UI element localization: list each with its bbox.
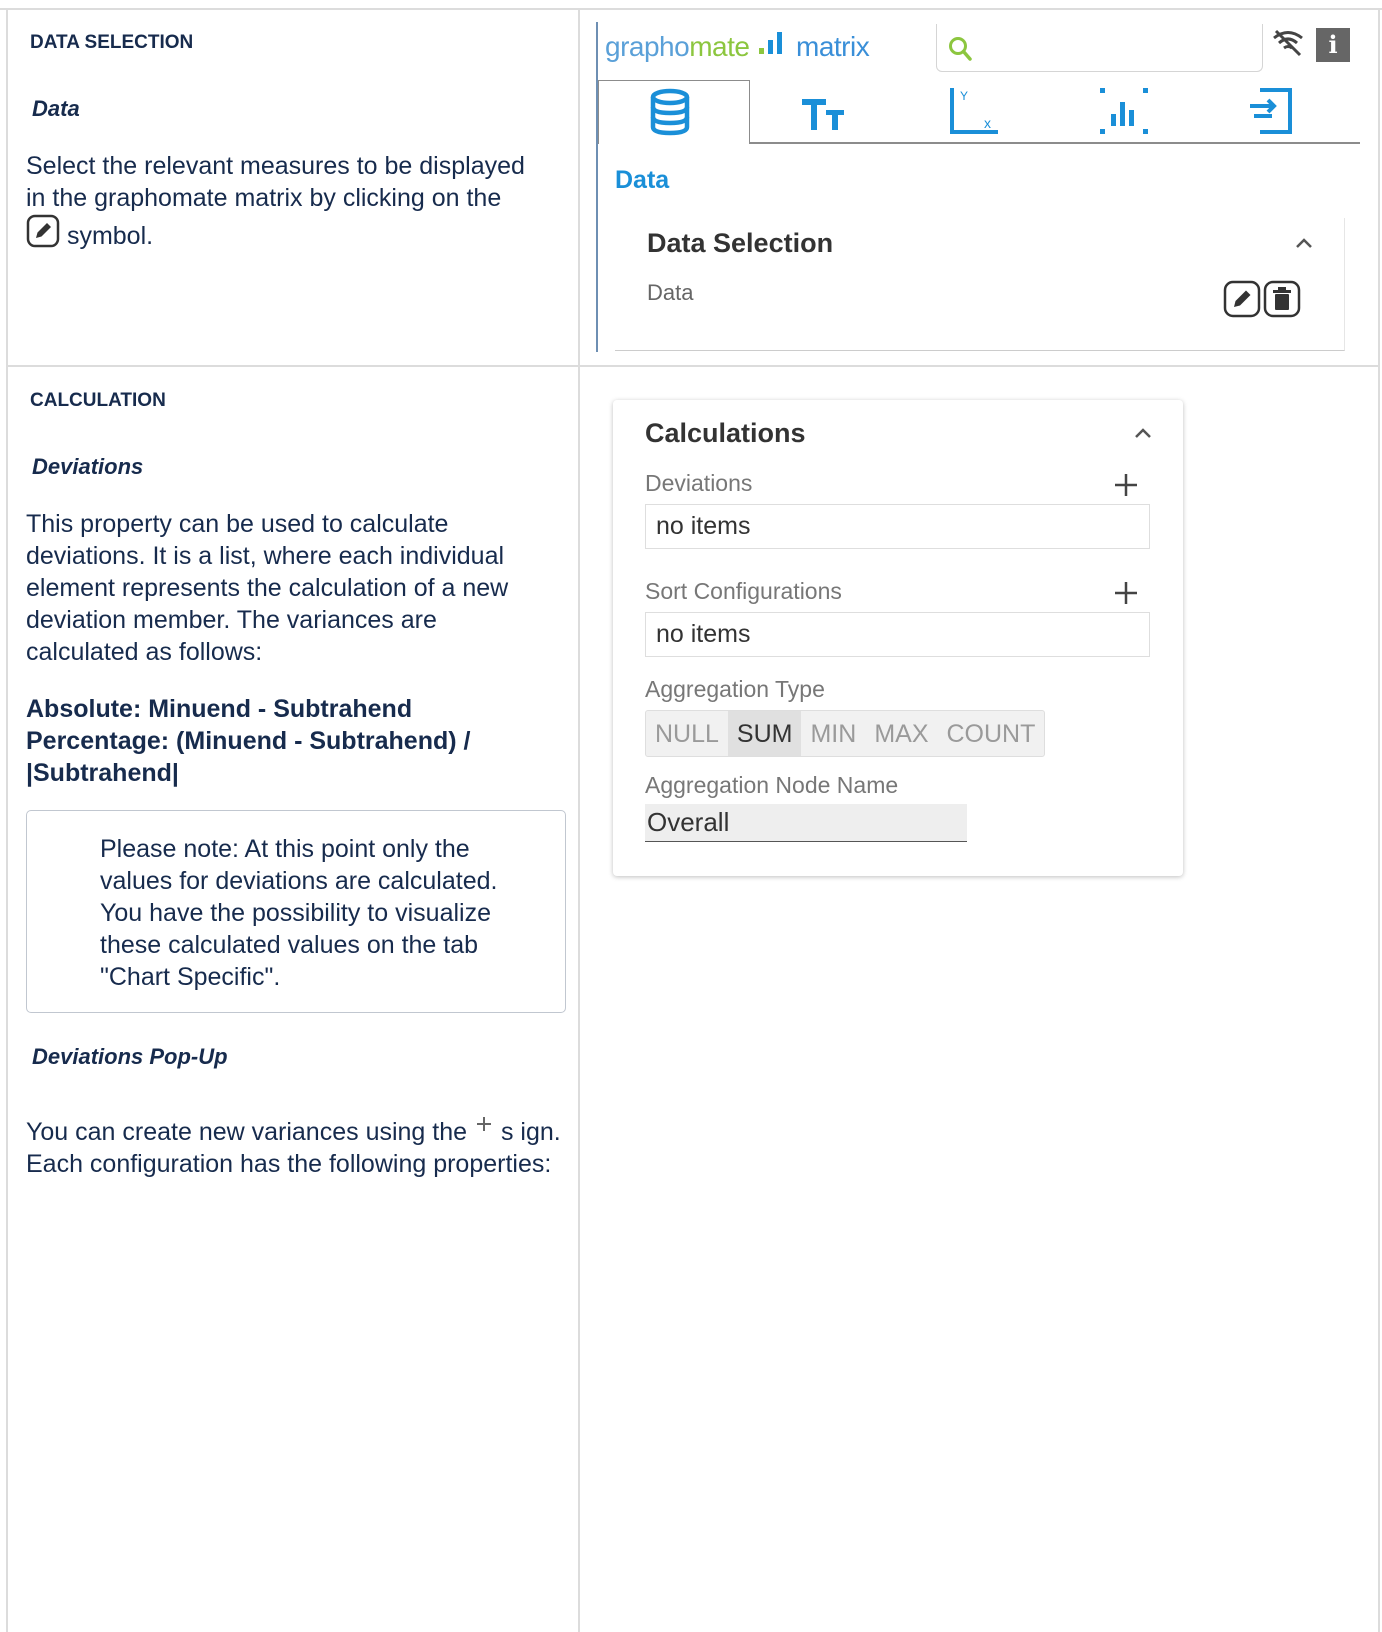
section-heading-calculation: CALCULATION (30, 390, 166, 411)
text-size-icon[interactable] (800, 96, 846, 137)
subheading-data: Data (32, 96, 80, 121)
search-icon (947, 35, 973, 68)
export-icon[interactable] (1246, 86, 1298, 141)
note-text: Please note: At this point only the valu… (100, 835, 498, 991)
deviations-label: Deviations (645, 470, 753, 496)
aggregation-option-min[interactable]: MIN (801, 711, 865, 756)
data-selection-card-title: Data Selection (647, 228, 834, 258)
aggregation-type-selector: NULL SUM MIN MAX COUNT (645, 710, 1046, 757)
section-heading-data-selection: DATA SELECTION (30, 32, 194, 53)
aggregation-node-name-input[interactable]: Overall (645, 804, 967, 842)
formula-absolute: Absolute: Minuend - Subtrahend (26, 695, 413, 723)
grid-top-border (0, 8, 1382, 10)
formula-percentage: Percentage: (Minuend - Subtrahend) / |Su… (26, 727, 471, 787)
panel-left-border (596, 22, 598, 352)
aggregation-option-sum[interactable]: SUM (727, 711, 802, 756)
logo-text-part2: mate (689, 31, 750, 62)
panel-section-heading-data: Data (615, 166, 670, 194)
data-selection-text-part2: symbol. (66, 222, 154, 250)
calculations-card: Calculations Deviations no items Sort Co… (613, 400, 1183, 876)
data-selection-text-part1: Select the relevant measures to be displ… (26, 152, 525, 212)
grid-middle-divider (578, 8, 580, 1632)
plus-icon (474, 1110, 494, 1142)
svg-text:x: x (984, 115, 991, 131)
add-sort-configuration-button[interactable] (1113, 580, 1139, 611)
logo-bars-icon (757, 30, 789, 63)
subheading-deviations: Deviations (32, 454, 144, 479)
wifi-off-icon[interactable] (1270, 28, 1306, 63)
edit-button[interactable] (1223, 280, 1261, 323)
chevron-up-icon[interactable] (1133, 426, 1153, 445)
note-box: Please note: At this point only the valu… (26, 810, 566, 1013)
deviations-list[interactable]: no items (645, 504, 1150, 549)
database-icon (648, 88, 692, 141)
aggregation-option-count[interactable]: COUNT (938, 711, 1045, 756)
data-selection-description: Select the relevant measures to be displ… (26, 150, 536, 256)
edit-icon (26, 214, 60, 256)
delete-button[interactable] (1263, 280, 1301, 323)
deviations-description: This property can be used to calculate d… (26, 510, 509, 666)
aggregation-node-name-label: Aggregation Node Name (645, 772, 899, 798)
aggregation-option-null[interactable]: NULL (646, 711, 728, 756)
deviations-popup-description: You can create new variances using the s… (26, 1110, 571, 1180)
aggregation-type-label: Aggregation Type (645, 676, 825, 702)
chevron-up-icon[interactable] (1294, 236, 1314, 255)
chart-bars-icon[interactable] (1098, 86, 1150, 141)
grid-left-border (6, 8, 8, 1632)
tab-baseline (750, 142, 1360, 144)
sort-configurations-list[interactable]: no items (645, 612, 1150, 657)
grid-right-border (1378, 8, 1380, 1632)
add-deviation-button[interactable] (1113, 472, 1139, 503)
data-selection-row-label: Data (647, 280, 694, 305)
search-input[interactable] (936, 24, 1263, 72)
aggregation-option-max[interactable]: MAX (865, 711, 937, 756)
info-button[interactable]: i (1316, 28, 1350, 62)
data-selection-card: Data Selection Data (615, 218, 1345, 351)
graphomate-logo: graphomate matrix (605, 30, 870, 63)
subheading-deviations-popup: Deviations Pop-Up (32, 1044, 228, 1069)
svg-text:Y: Y (960, 89, 968, 103)
axis-icon[interactable]: Yx (948, 86, 1000, 141)
popup-text-part1: You can create new variances using the (26, 1118, 468, 1146)
calculations-card-title: Calculations (645, 418, 806, 448)
grid-row-divider (6, 365, 1380, 367)
sort-configurations-label: Sort Configurations (645, 578, 842, 604)
logo-text-part3: matrix (796, 31, 870, 62)
logo-text-part1: grapho (605, 31, 690, 62)
